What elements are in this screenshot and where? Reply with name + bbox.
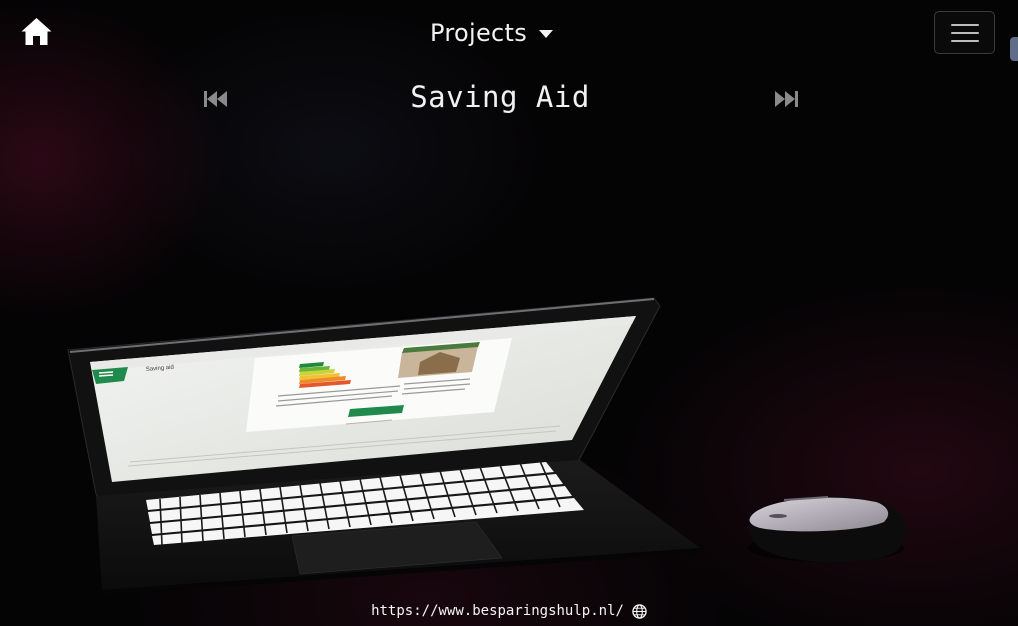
page: Projects Saving Aid Saving aid https://w…	[0, 0, 1018, 626]
globe-icon	[632, 603, 647, 619]
mouse-3d	[748, 496, 906, 563]
project-url: https://www.besparingshulp.nl/	[371, 603, 624, 619]
laptop-3d-scene[interactable]: Saving aid	[0, 0, 1018, 626]
project-website-link[interactable]: https://www.besparingshulp.nl/	[0, 603, 1018, 619]
